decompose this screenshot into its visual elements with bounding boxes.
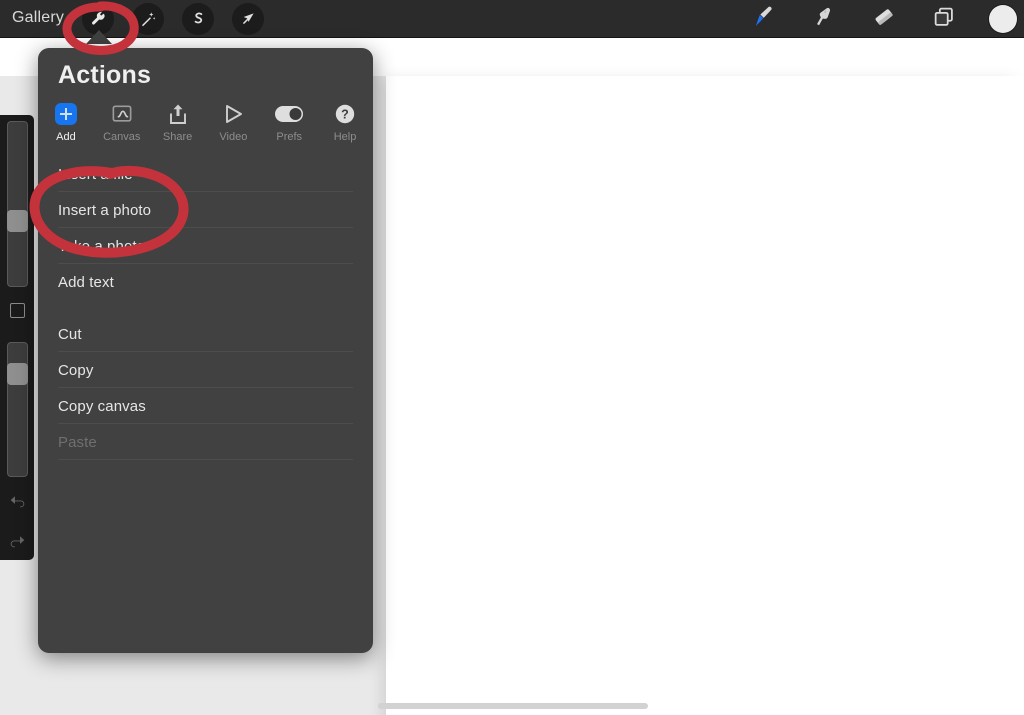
actions-tabstrip: Add Canvas Share Video Prefs ? Help [38, 101, 373, 149]
svg-text:?: ? [341, 108, 349, 122]
magic-wand-icon [139, 10, 157, 28]
menu-item-cut[interactable]: Cut [38, 316, 373, 352]
wrench-icon [89, 10, 107, 28]
menu-item-copy[interactable]: Copy [38, 352, 373, 388]
eraser-icon [871, 4, 897, 35]
brush-icon [751, 4, 777, 35]
menu-item-add-text[interactable]: Add text [38, 264, 373, 300]
menu-item-label: Take a photo [58, 237, 146, 255]
tab-share-label: Share [162, 131, 193, 143]
menu-item-insert-a-file[interactable]: Insert a file [38, 156, 373, 192]
tab-add[interactable]: Add [38, 101, 94, 149]
tab-canvas[interactable]: Canvas [94, 101, 150, 149]
menu-item-label: Insert a file [58, 165, 133, 183]
redo-arrow-icon[interactable] [9, 533, 26, 548]
smudge-button[interactable] [808, 4, 840, 34]
layers-icon [931, 4, 957, 35]
opacity-thumb[interactable] [7, 363, 28, 385]
brush-size-slider[interactable] [7, 121, 28, 287]
layers-button[interactable] [928, 4, 960, 34]
brush-size-thumb[interactable] [7, 210, 28, 232]
paint-button[interactable] [748, 4, 780, 34]
canvas-sheet[interactable] [386, 76, 1024, 715]
menu-item-label: Add text [58, 273, 114, 291]
transform-arrow-icon [239, 10, 257, 28]
tab-prefs[interactable]: Prefs [261, 101, 317, 149]
selection-s-icon [189, 10, 207, 28]
tab-share[interactable]: Share [150, 101, 206, 149]
add-square-icon [54, 101, 77, 127]
tab-prefs-label: Prefs [276, 131, 303, 143]
share-upload-icon [167, 101, 189, 127]
adjustments-button[interactable] [132, 3, 164, 35]
canvas-resize-icon [110, 101, 134, 127]
undo-arrow-icon[interactable] [9, 493, 26, 508]
actions-menu-list: Insert a file Insert a photo Take a phot… [38, 156, 373, 460]
video-play-icon [222, 101, 244, 127]
horizontal-scrollbar[interactable] [378, 703, 648, 709]
gallery-button[interactable]: Gallery [12, 9, 64, 27]
erase-button[interactable] [868, 4, 900, 34]
selection-button[interactable] [182, 3, 214, 35]
tab-video[interactable]: Video [205, 101, 261, 149]
transform-button[interactable] [232, 3, 264, 35]
smudge-icon [811, 4, 837, 35]
menu-item-copy-canvas[interactable]: Copy canvas [38, 388, 373, 424]
tab-help[interactable]: ? Help [317, 101, 373, 149]
tab-video-label: Video [219, 131, 248, 143]
procreate-window: Gallery Actions Add Canvas Share Video P… [0, 0, 1024, 715]
color-button[interactable] [989, 5, 1017, 33]
menu-item-insert-a-photo[interactable]: Insert a photo [38, 192, 373, 228]
tab-help-label: Help [333, 131, 357, 143]
opacity-slider[interactable] [7, 342, 28, 477]
side-toolbar [0, 115, 34, 560]
panel-caret [86, 30, 112, 44]
modify-button[interactable] [10, 303, 25, 318]
menu-item-take-a-photo[interactable]: Take a photo [38, 228, 373, 264]
panel-title: Actions [58, 61, 152, 89]
actions-panel: Actions Add Canvas Share Video Prefs ? H… [38, 48, 373, 653]
menu-item-label: Insert a photo [58, 201, 152, 219]
question-circle-icon: ? [334, 101, 356, 127]
menu-item-label: Copy canvas [58, 397, 146, 415]
toggle-switch-icon [274, 101, 304, 127]
top-toolbar: Gallery [0, 0, 1024, 38]
menu-group-divider [38, 300, 373, 316]
menu-item-label: Copy [58, 361, 94, 379]
menu-item-label: Paste [58, 433, 97, 451]
tab-add-label: Add [56, 131, 76, 143]
menu-item-label: Cut [58, 325, 82, 343]
menu-item-paste: Paste [38, 424, 373, 460]
tab-canvas-label: Canvas [103, 131, 141, 143]
